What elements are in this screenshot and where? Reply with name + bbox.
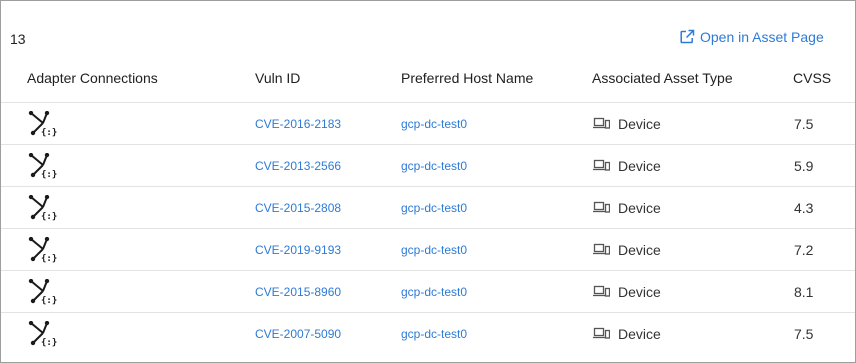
svg-text:{:}: {:} xyxy=(41,338,57,347)
asset-type-cell: Device xyxy=(593,187,661,229)
adapter-connection-icon: {:} xyxy=(28,229,58,271)
table-row: {:} CVE-2019-9193 gcp-dc-test0 Device 7.… xyxy=(1,228,855,270)
vuln-id-link[interactable]: CVE-2013-2566 xyxy=(255,145,341,187)
open-in-asset-page-link[interactable]: Open in Asset Page xyxy=(679,29,824,45)
adapter-connection-icon: {:} xyxy=(28,103,58,145)
vuln-id-link[interactable]: CVE-2015-8960 xyxy=(255,271,341,313)
host-name-link[interactable]: gcp-dc-test0 xyxy=(401,229,467,271)
device-icon xyxy=(593,200,611,216)
svg-text:{:}: {:} xyxy=(41,128,57,137)
table-body: {:} CVE-2016-2183 gcp-dc-test0 Device 7.… xyxy=(1,102,855,354)
device-icon xyxy=(593,326,611,342)
device-icon xyxy=(593,116,611,132)
open-in-asset-page-label: Open in Asset Page xyxy=(700,29,824,45)
cvss-score: 8.1 xyxy=(794,284,814,300)
adapter-connection-icon: {:} xyxy=(28,187,58,229)
cvss-score: 5.9 xyxy=(794,158,814,174)
svg-text:{:}: {:} xyxy=(41,212,57,221)
cvss-score: 4.3 xyxy=(794,200,814,216)
asset-type-label: Device xyxy=(618,116,661,132)
table-row: {:} CVE-2015-8960 gcp-dc-test0 Device 8.… xyxy=(1,270,855,312)
cvss-score: 7.5 xyxy=(794,326,814,342)
asset-type-label: Device xyxy=(618,326,661,342)
device-icon xyxy=(593,284,611,300)
device-icon xyxy=(593,242,611,258)
asset-type-cell: Device xyxy=(593,271,661,313)
vuln-id-link[interactable]: CVE-2015-2808 xyxy=(255,187,341,229)
host-name-link[interactable]: gcp-dc-test0 xyxy=(401,313,467,355)
vuln-id-link[interactable]: CVE-2019-9193 xyxy=(255,229,341,271)
asset-type-label: Device xyxy=(618,158,661,174)
table-row: {:} CVE-2016-2183 gcp-dc-test0 Device 7.… xyxy=(1,102,855,144)
result-count: 13 xyxy=(10,31,26,47)
adapter-connection-icon: {:} xyxy=(28,313,58,355)
vuln-id-link[interactable]: CVE-2007-5090 xyxy=(255,313,341,355)
cvss-score: 7.2 xyxy=(794,242,814,258)
asset-type-cell: Device xyxy=(593,145,661,187)
column-header-cvss[interactable]: CVSS xyxy=(793,70,831,86)
svg-text:{:}: {:} xyxy=(41,254,57,263)
table-row: {:} CVE-2013-2566 gcp-dc-test0 Device 5.… xyxy=(1,144,855,186)
asset-type-cell: Device xyxy=(593,103,661,145)
host-name-link[interactable]: gcp-dc-test0 xyxy=(401,187,467,229)
host-name-link[interactable]: gcp-dc-test0 xyxy=(401,145,467,187)
table-panel: 13 Open in Asset Page Adapter Connection… xyxy=(0,0,856,363)
host-name-link[interactable]: gcp-dc-test0 xyxy=(401,103,467,145)
column-header-associated-asset-type[interactable]: Associated Asset Type xyxy=(592,70,733,86)
adapter-connection-icon: {:} xyxy=(28,145,58,187)
table-row: {:} CVE-2015-2808 gcp-dc-test0 Device 4.… xyxy=(1,186,855,228)
asset-type-label: Device xyxy=(618,200,661,216)
asset-type-label: Device xyxy=(618,284,661,300)
svg-text:{:}: {:} xyxy=(41,296,57,305)
vuln-id-link[interactable]: CVE-2016-2183 xyxy=(255,103,341,145)
asset-type-cell: Device xyxy=(593,229,661,271)
device-icon xyxy=(593,158,611,174)
asset-type-cell: Device xyxy=(593,313,661,355)
column-header-preferred-host-name[interactable]: Preferred Host Name xyxy=(401,70,533,86)
column-header-vuln-id[interactable]: Vuln ID xyxy=(255,70,300,86)
svg-text:{:}: {:} xyxy=(41,170,57,179)
adapter-connection-icon: {:} xyxy=(28,271,58,313)
cvss-score: 7.5 xyxy=(794,116,814,132)
external-link-icon xyxy=(679,29,695,45)
column-header-adapter-connections[interactable]: Adapter Connections xyxy=(27,70,158,86)
host-name-link[interactable]: gcp-dc-test0 xyxy=(401,271,467,313)
table-row: {:} CVE-2007-5090 gcp-dc-test0 Device 7.… xyxy=(1,312,855,354)
asset-type-label: Device xyxy=(618,242,661,258)
